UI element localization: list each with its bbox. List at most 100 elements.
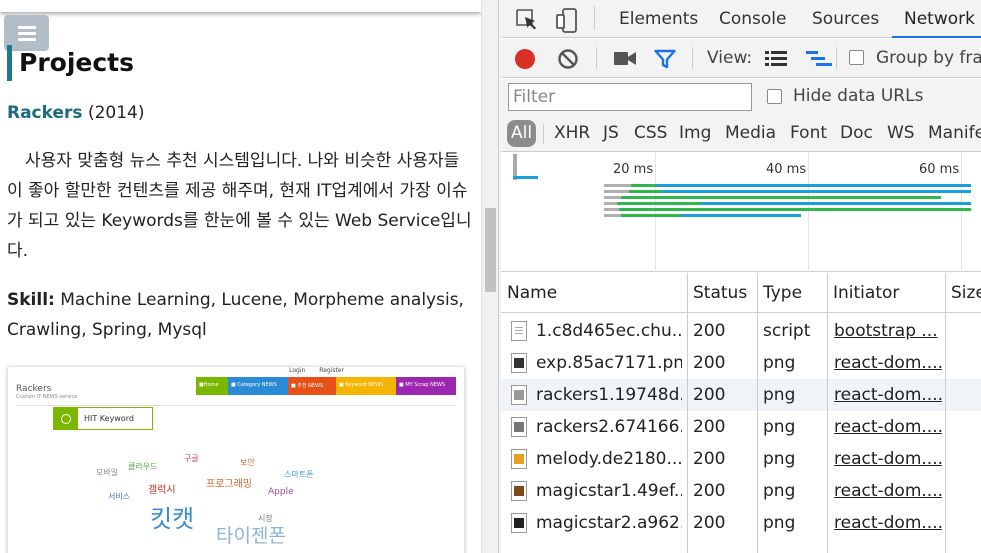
clear-icon[interactable]	[557, 48, 579, 70]
row-name[interactable]: magicstar1.49ef...	[536, 475, 682, 507]
column-header-status[interactable]: Status	[687, 273, 747, 313]
column-header-type[interactable]: Type	[757, 273, 802, 313]
type-filter-manifest[interactable]: Manifest	[928, 120, 981, 147]
scrollbar-thumb[interactable]	[485, 208, 496, 292]
type-filter-all[interactable]: All	[507, 120, 537, 147]
row-initiator-link[interactable]: react-dom....	[834, 347, 942, 379]
top-bar-shadow	[0, 0, 481, 12]
project-description: 사용자 맞춤형 뉴스 추천 시스템입니다. 나와 비슷한 사용자들이 좋아 할만…	[7, 151, 472, 261]
timeline-overview[interactable]: 20 ms 40 ms 60 ms	[501, 152, 981, 272]
column-divider[interactable]	[945, 273, 946, 553]
row-type: png	[763, 449, 796, 469]
row-name[interactable]: 1.c8d465ec.chu...	[536, 315, 682, 347]
waterfall-bar	[604, 184, 631, 187]
column-header-size[interactable]: Size	[945, 273, 981, 313]
cloud-word: 프로그래밍	[206, 479, 252, 490]
view-label: View:	[707, 48, 753, 68]
hide-data-urls-checkbox[interactable]	[767, 89, 782, 104]
column-header-name[interactable]: Name	[501, 273, 557, 313]
row-name[interactable]: melody.de2180...	[536, 443, 682, 475]
script-file-icon	[511, 321, 527, 341]
cloud-word: 모바일	[96, 468, 119, 477]
column-divider[interactable]	[827, 273, 828, 553]
column-divider[interactable]	[757, 273, 758, 553]
row-status: 200	[693, 513, 726, 533]
table-row[interactable]: rackers1.19748d... 200 png react-dom....	[501, 379, 981, 411]
filter-bar: Hide data URLs	[501, 79, 981, 116]
column-header-initiator[interactable]: Initiator	[827, 273, 899, 313]
toolbar-separator	[596, 47, 597, 69]
toolbar-separator	[836, 47, 837, 69]
waterfall-overview-icon[interactable]	[806, 51, 832, 67]
cloud-word: 킷캣	[150, 505, 195, 533]
group-by-frame-checkbox[interactable]	[849, 50, 864, 65]
menu-bar-icon	[17, 31, 36, 35]
tab-elements[interactable]: Elements	[619, 0, 698, 38]
tab-console[interactable]: Console	[719, 0, 787, 38]
row-initiator-link[interactable]: react-dom....	[834, 475, 942, 507]
thumb-hit-keyword: HIT Keyword	[53, 407, 153, 430]
thumb-nav-item: ■Home	[196, 377, 228, 395]
table-row[interactable]: 1.c8d465ec.chu... 200 script bootstrap ...	[501, 315, 981, 347]
cloud-word: 스마트폰	[284, 470, 314, 479]
record-button[interactable]	[515, 49, 535, 69]
waterfall-bar	[621, 214, 681, 217]
table-row[interactable]: exp.85ac7171.png 200 png react-dom....	[501, 347, 981, 379]
cloud-word: 구글	[184, 454, 199, 463]
project-link[interactable]: Rackers	[7, 103, 83, 123]
type-filter-js[interactable]: JS	[603, 120, 619, 147]
inspect-element-icon[interactable]	[515, 8, 539, 32]
arrow-circle-icon	[54, 407, 78, 430]
type-filter-xhr[interactable]: XHR	[554, 120, 590, 147]
image-file-icon	[511, 481, 527, 501]
column-divider[interactable]	[687, 273, 688, 553]
thumb-subtitle: Custom IT NEWS service	[16, 394, 78, 400]
type-filter-ws[interactable]: WS	[887, 120, 915, 147]
row-status: 200	[693, 449, 726, 469]
project-screenshot[interactable]: Login Register Rackers Custom IT NEWS se…	[7, 366, 465, 553]
type-filter-font[interactable]: Font	[790, 120, 827, 147]
row-name[interactable]: rackers1.19748d...	[536, 379, 682, 411]
row-initiator-link[interactable]: react-dom....	[834, 411, 942, 443]
image-file-icon	[511, 353, 527, 373]
thumb-brand: Rackers	[16, 384, 52, 394]
type-filter-img[interactable]: Img	[679, 120, 711, 147]
waterfall-bar	[761, 208, 971, 211]
table-row[interactable]: melody.de2180... 200 png react-dom....	[501, 443, 981, 475]
row-name[interactable]: exp.85ac7171.png	[536, 347, 682, 379]
thumb-nav-item: ■ 추천 NEWS	[288, 377, 336, 395]
row-status: 200	[693, 417, 726, 437]
table-header: Name Status Type Initiator Size	[501, 273, 981, 313]
page-scrollbar[interactable]	[481, 0, 498, 553]
row-name[interactable]: magicstar2.a962...	[536, 507, 682, 539]
waterfall-bar	[661, 190, 971, 193]
cloud-word: Apple	[268, 487, 294, 497]
thumb-divider	[16, 405, 456, 406]
toolbar-separator	[594, 6, 595, 30]
cloud-word: 보안	[240, 458, 255, 467]
row-initiator-link[interactable]: bootstrap ...	[834, 315, 942, 347]
device-toolbar-icon[interactable]	[555, 8, 579, 34]
type-filter-css[interactable]: CSS	[634, 120, 667, 147]
cloud-word: 클라우드	[128, 462, 158, 471]
video-camera-icon[interactable]	[613, 50, 637, 67]
tab-network[interactable]: Network	[892, 0, 981, 38]
tab-sources[interactable]: Sources	[812, 0, 879, 38]
row-initiator-link[interactable]: react-dom....	[834, 507, 942, 539]
table-row[interactable]: magicstar1.49ef... 200 png react-dom....	[501, 475, 981, 507]
table-row[interactable]: rackers2.674166... 200 png react-dom....	[501, 411, 981, 443]
waterfall-bar	[631, 184, 656, 187]
type-filter-doc[interactable]: Doc	[840, 120, 873, 147]
row-name[interactable]: rackers2.674166...	[536, 411, 682, 443]
filter-funnel-icon[interactable]	[654, 49, 676, 69]
filter-input[interactable]	[508, 83, 752, 111]
thumb-nav: ■Home ■ Category NEWS ■ 추천 NEWS ■ Keywor…	[196, 377, 456, 395]
row-initiator-link[interactable]: react-dom....	[834, 379, 942, 411]
large-rows-icon[interactable]	[765, 51, 787, 66]
row-initiator-link[interactable]: react-dom....	[834, 443, 942, 475]
type-filter-media[interactable]: Media	[725, 120, 776, 147]
table-row[interactable]: magicstar2.a962... 200 png react-dom....	[501, 507, 981, 539]
row-type: png	[763, 513, 796, 533]
waterfall-bars	[513, 176, 971, 217]
waterfall-bar	[641, 196, 941, 199]
